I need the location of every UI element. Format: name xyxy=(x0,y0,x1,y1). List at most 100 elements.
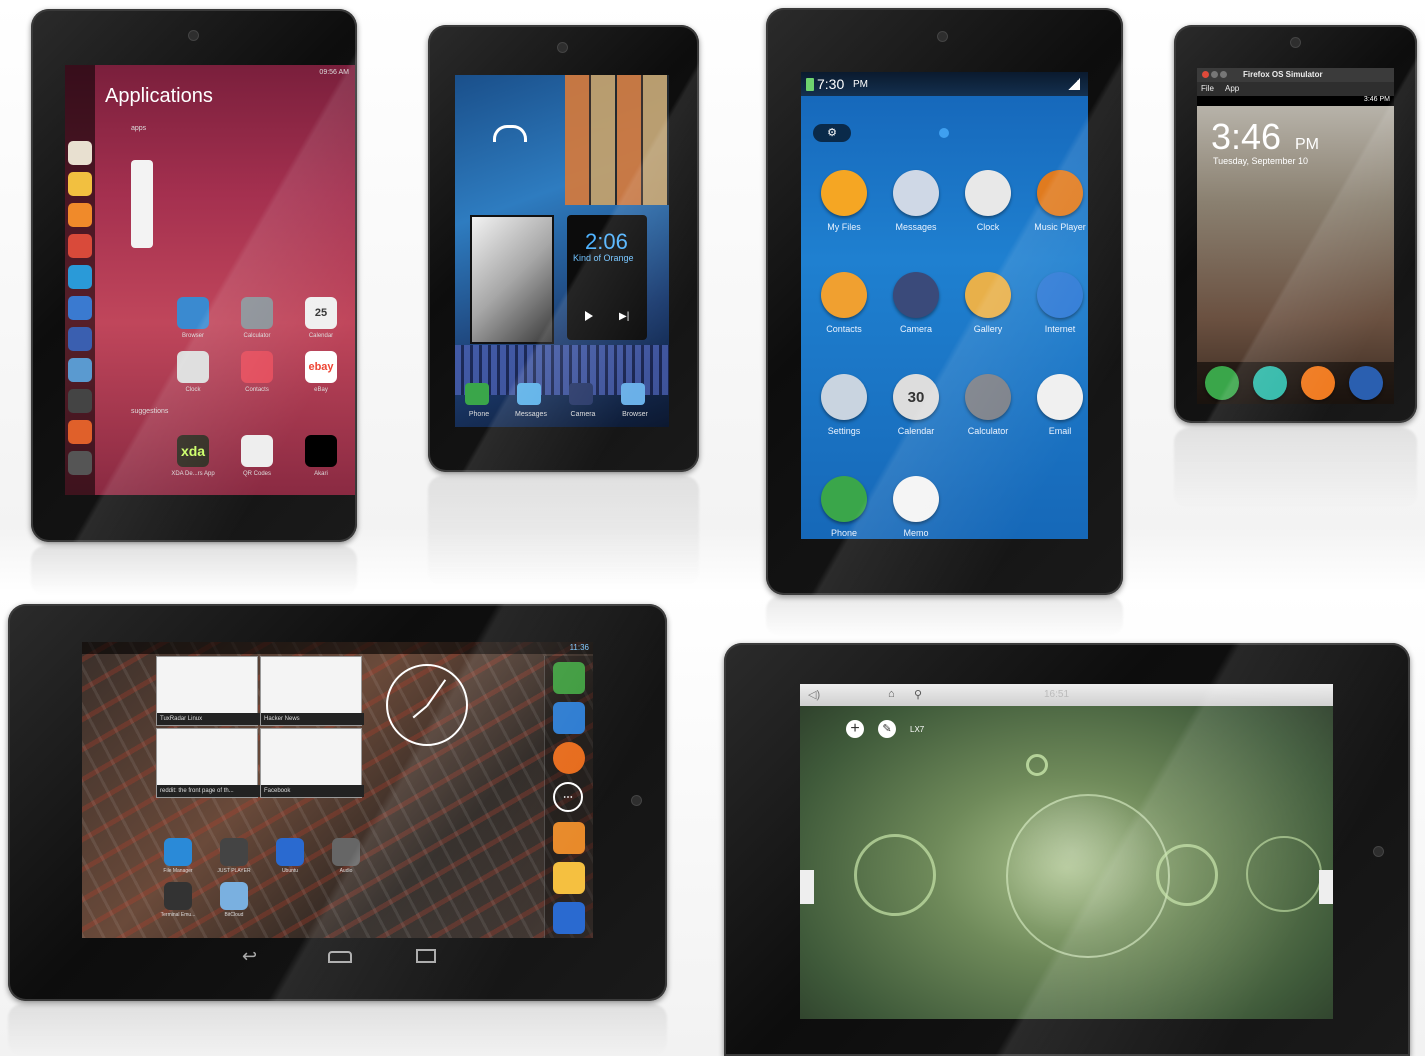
bulb-icon[interactable] xyxy=(305,435,337,467)
phone-icon[interactable] xyxy=(1205,366,1239,400)
next-icon[interactable]: ▶| xyxy=(619,311,629,322)
qr-icon[interactable] xyxy=(241,435,273,467)
launcher-weather-icon[interactable] xyxy=(68,203,92,227)
play-icon[interactable] xyxy=(585,311,593,321)
left-edge-handle[interactable] xyxy=(800,870,814,904)
tizen-reflection xyxy=(766,596,1123,636)
close-icon[interactable] xyxy=(1202,71,1209,78)
recent-card[interactable]: Hacker News xyxy=(260,656,364,726)
launcher-globe-icon[interactable] xyxy=(68,296,92,320)
page-indicator-dot xyxy=(939,128,949,138)
recent-card[interactable]: reddit: the front page of th... xyxy=(156,728,260,798)
phone-icon[interactable] xyxy=(821,476,867,522)
gallery-icon[interactable] xyxy=(965,272,1011,318)
settings-icon[interactable] xyxy=(821,374,867,420)
calculator-icon[interactable] xyxy=(965,374,1011,420)
xda-icon[interactable]: xda xyxy=(177,435,209,467)
home-icon[interactable]: ⌂ xyxy=(888,688,895,700)
launcher-gallery-icon[interactable] xyxy=(68,358,92,382)
lock-time: 3:46 xyxy=(1211,116,1282,157)
right-edge-handle[interactable] xyxy=(1319,870,1333,904)
android-app-icon[interactable] xyxy=(164,838,192,866)
camera-icon[interactable] xyxy=(553,702,585,734)
add-icon[interactable]: + xyxy=(846,720,864,738)
menu-file[interactable]: File xyxy=(1201,84,1214,93)
browser-icon[interactable] xyxy=(1349,366,1383,400)
app-drawer-icon[interactable]: ⋯ xyxy=(553,782,583,812)
bubble-left xyxy=(854,834,936,916)
android-app-icon[interactable] xyxy=(276,838,304,866)
app-label: Contacts xyxy=(245,387,269,393)
dock-camera-icon[interactable] xyxy=(569,383,593,405)
app-label: Internet xyxy=(1044,324,1076,334)
globe-icon[interactable] xyxy=(177,297,209,329)
settings-pill[interactable]: ⚙ xyxy=(813,124,851,142)
time-display: 16:51 xyxy=(1044,689,1070,700)
camera-icon[interactable] xyxy=(893,272,939,318)
status-ampm: PM xyxy=(853,79,868,90)
page-title: Applications xyxy=(105,85,213,107)
maximize-icon[interactable] xyxy=(1220,71,1227,78)
bubble-right xyxy=(1156,844,1218,906)
email-icon[interactable] xyxy=(553,862,585,894)
messages-icon[interactable] xyxy=(1253,366,1287,400)
recent-card-title: TuxRadar Linux xyxy=(157,713,260,725)
firefox-icon[interactable] xyxy=(553,742,585,774)
launcher-camera-icon[interactable] xyxy=(68,389,92,413)
phone-hangup-icon[interactable] xyxy=(493,125,527,142)
dock-messages-icon[interactable] xyxy=(517,383,541,405)
back-icon[interactable]: ↩ xyxy=(242,946,257,967)
minimize-icon[interactable] xyxy=(1211,71,1218,78)
android-app-label: Ubuntu xyxy=(281,868,299,874)
android-app-icon[interactable] xyxy=(332,838,360,866)
volume-icon[interactable]: ◁) xyxy=(808,688,820,701)
launcher-twitter-icon[interactable] xyxy=(68,265,92,289)
music-widget[interactable]: 2:06 Kind of Orange ▶| xyxy=(567,215,647,340)
launcher-gmail-icon[interactable] xyxy=(68,234,92,258)
location-icon[interactable]: ⚲ xyxy=(914,688,922,701)
home-icon[interactable] xyxy=(328,951,352,963)
android-app-icon[interactable] xyxy=(220,838,248,866)
maps-icon[interactable] xyxy=(553,662,585,694)
app-label: Settings xyxy=(827,426,861,436)
contacts-icon[interactable] xyxy=(1301,366,1335,400)
launcher-notes-icon[interactable] xyxy=(68,172,92,196)
status-time: 09:56 AM xyxy=(319,69,349,76)
lockscreen-dock xyxy=(1197,362,1394,404)
wrench-icon[interactable]: ✎ xyxy=(878,720,896,738)
clock-icon[interactable] xyxy=(177,351,209,383)
menu-app[interactable]: App xyxy=(1225,84,1239,93)
settings-icon[interactable] xyxy=(553,822,585,854)
contacts-icon[interactable] xyxy=(241,351,273,383)
firefox-tablet: Firefox OS Simulator File App 3:46 PM 3:… xyxy=(1174,25,1417,423)
messages-icon[interactable] xyxy=(893,170,939,216)
dock-phone-icon[interactable] xyxy=(465,383,489,405)
calculator-icon[interactable] xyxy=(241,297,273,329)
store-icon[interactable] xyxy=(553,902,585,934)
launcher-calendar-icon[interactable] xyxy=(68,141,92,165)
analog-clock-widget xyxy=(386,664,468,746)
launcher-settings-icon[interactable] xyxy=(68,451,92,475)
firefox-screen: Firefox OS Simulator File App 3:46 PM 3:… xyxy=(1197,68,1394,404)
android-app-icon[interactable] xyxy=(164,882,192,910)
internet-icon[interactable] xyxy=(1037,272,1083,318)
recent-card[interactable]: Facebook xyxy=(260,728,364,798)
contacts-icon[interactable] xyxy=(821,272,867,318)
ebay-icon[interactable]: ebay xyxy=(305,351,337,383)
recent-card[interactable]: TuxRadar Linux xyxy=(156,656,260,726)
launcher-phone-icon[interactable] xyxy=(68,420,92,444)
dock-browser-icon[interactable] xyxy=(621,383,645,405)
launcher-facebook-icon[interactable] xyxy=(68,327,92,351)
my-files-icon[interactable] xyxy=(821,170,867,216)
email-icon[interactable] xyxy=(1037,374,1083,420)
section-suggestions-label: suggestions xyxy=(131,408,169,415)
music-player-icon[interactable] xyxy=(1037,170,1083,216)
sailfish-tablet: 2:06 Kind of Orange ▶| Phone Messages Came… xyxy=(428,25,699,472)
calendar-icon[interactable]: 25 xyxy=(305,297,337,329)
memo-icon[interactable] xyxy=(893,476,939,522)
recents-icon[interactable] xyxy=(416,949,436,963)
android-app-icon[interactable] xyxy=(220,882,248,910)
android-app-label: BitCloud xyxy=(224,912,244,918)
clock-icon[interactable] xyxy=(965,170,1011,216)
calendar-icon[interactable]: 30 xyxy=(893,374,939,420)
